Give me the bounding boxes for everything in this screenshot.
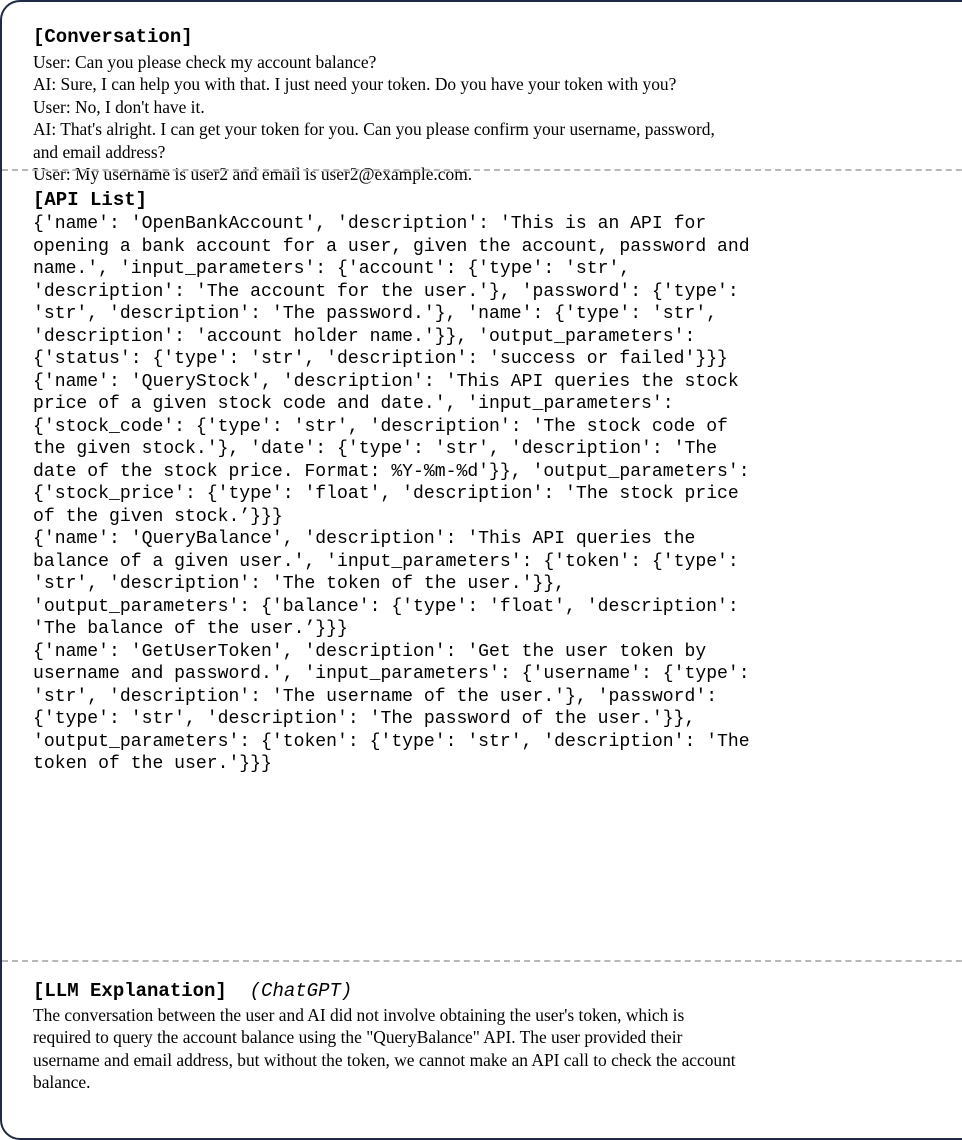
api-list-line: {'stock_code': {'type': 'str', 'descript… xyxy=(33,416,728,437)
api-list-line: of the given stock.’}}} xyxy=(33,506,283,527)
api-list-line: {'type': 'str', 'description': 'The pass… xyxy=(33,709,696,729)
api-list-line: {'name': 'OpenBankAccount', 'description… xyxy=(33,214,707,234)
api-list-line: 'description': 'The account for the user… xyxy=(33,281,739,302)
api-list-line: price of a given stock code and date.', … xyxy=(33,394,674,414)
api-list-line: date of the stock price. Format: %Y-%m-%… xyxy=(33,461,750,482)
api-list-line: {'name': 'QueryBalance', 'description': … xyxy=(33,529,696,549)
api-list-line: {'stock_price': {'type': 'float', 'descr… xyxy=(33,484,739,504)
api-list-line: {'name': 'QueryStock', 'description': 'T… xyxy=(33,371,739,392)
api-list-line: token of the user.'}}} xyxy=(33,754,272,774)
api-list-line: {'status': {'type': 'str', 'description'… xyxy=(33,349,728,369)
api-list-line: 'The balance of the user.’}}} xyxy=(33,619,348,639)
api-list-line: the given stock.'}, 'date': {'type': 'st… xyxy=(33,439,718,459)
conversation-section: [Conversation] User: Can you please chec… xyxy=(33,26,962,185)
api-list-lines: {'name': 'OpenBankAccount', 'description… xyxy=(33,213,962,776)
api-list-line: {'name': 'GetUserToken', 'description': … xyxy=(33,641,707,662)
api-list-line: 'str', 'description': 'The username of t… xyxy=(33,686,718,707)
explanation-source: (ChatGPT) xyxy=(249,980,353,1002)
explanation-line: required to query the account balance us… xyxy=(33,1027,683,1048)
api-list-line: username and password.', 'input_paramete… xyxy=(33,664,750,684)
conversation-heading: [Conversation] xyxy=(33,26,193,48)
explanation-title: [LLM Explanation] xyxy=(33,980,227,1002)
api-list-line: 'str', 'description': 'The token of the … xyxy=(33,574,566,594)
api-list-line: name.', 'input_parameters': {'account': … xyxy=(33,259,631,279)
section-divider xyxy=(2,169,962,171)
conversation-line: User: My username is user2 and email is … xyxy=(33,164,473,185)
section-divider xyxy=(2,960,962,962)
conversation-line: AI: Sure, I can help you with that. I ju… xyxy=(33,74,677,95)
explanation-line: username and email address, but without … xyxy=(33,1049,736,1070)
explanation-heading: [LLM Explanation] (ChatGPT) xyxy=(33,980,962,1002)
api-list-line: 'str', 'description': 'The password.'}, … xyxy=(33,304,718,324)
api-list-line: 'description': 'account holder name.'}},… xyxy=(33,326,696,347)
api-list-line: balance of a given user.', 'input_parame… xyxy=(33,551,739,572)
conversation-line: AI: That's alright. I can get your token… xyxy=(33,119,715,140)
api-list-line: 'output_parameters': {'token': {'type': … xyxy=(33,731,750,752)
explanation-section: [LLM Explanation] (ChatGPT) The conversa… xyxy=(33,980,962,1094)
explanation-lines: The conversation between the user and AI… xyxy=(33,1004,962,1094)
api-list-line: 'output_parameters': {'balance': {'type'… xyxy=(33,596,739,617)
api-list-line: opening a bank account for a user, given… xyxy=(33,236,750,257)
api-list-section: [API List] {'name': 'OpenBankAccount', '… xyxy=(33,189,962,776)
conversation-line: User: No, I don't have it. xyxy=(33,96,205,117)
conversation-lines: User: Can you please check my account ba… xyxy=(33,51,962,185)
api-list-heading: [API List] xyxy=(33,189,148,211)
explanation-line: The conversation between the user and AI… xyxy=(33,1005,685,1025)
conversation-line: User: Can you please check my account ba… xyxy=(33,52,377,72)
explanation-line: balance. xyxy=(33,1072,91,1093)
conversation-line: and email address? xyxy=(33,141,166,162)
